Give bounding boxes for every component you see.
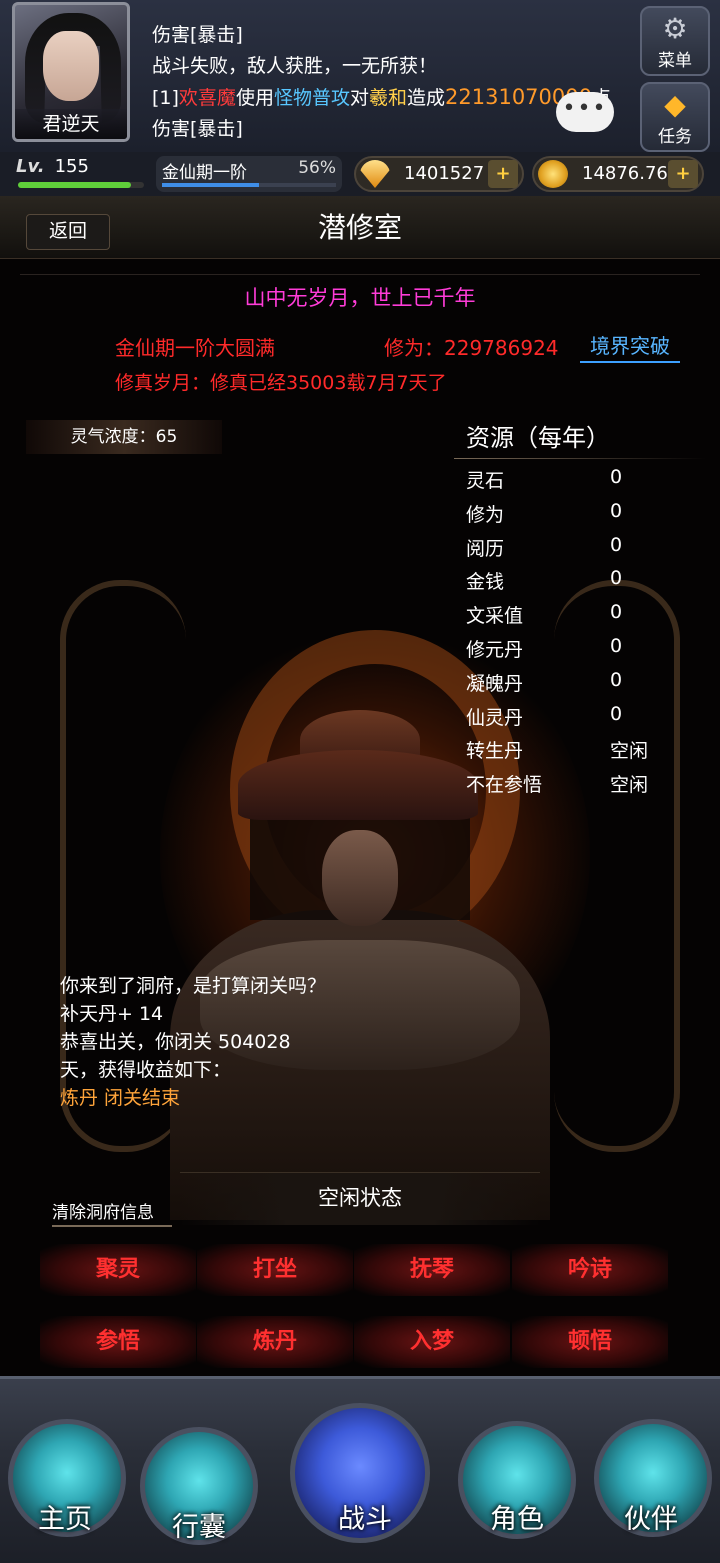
page-title: 潜修室 (317, 211, 402, 244)
chat-line-1: 伤害[暴击] (152, 24, 243, 46)
breakthrough-link[interactable]: 境界突破 (580, 330, 680, 363)
cultivation-value: 修为：229786924 (384, 336, 559, 360)
resource-name: 修元丹 (466, 639, 524, 661)
gem-icon (360, 160, 390, 188)
resource-name: 修为 (466, 503, 505, 526)
add-gems-button[interactable]: + (488, 160, 518, 188)
add-gold-button[interactable]: + (668, 160, 698, 188)
gear-icon: ⚙ (662, 12, 688, 45)
scene-ornament-right (554, 580, 680, 1152)
chat-target: 羲和 (368, 87, 407, 109)
resources-divider (454, 458, 706, 459)
monk-hat-brim (238, 750, 478, 820)
log-line-highlight: 炼丹 闭关结束 (60, 1087, 181, 1109)
realm-percent: 56% (298, 158, 336, 178)
log-line: 天，获得收益如下： (60, 1059, 232, 1081)
resource-name: 文采值 (466, 605, 524, 628)
realm-display: 金仙期一阶 56% (156, 156, 342, 192)
resource-value: 0 (610, 499, 623, 522)
resource-value: 0 (610, 668, 623, 691)
task-button[interactable]: ◆ 任务 (640, 82, 710, 152)
chat-line-3: [1]欢喜魔使用怪物普攻对羲和造成22131070000点 (152, 82, 622, 114)
gem-currency: 1401527 + (354, 156, 524, 192)
action-gather-spirit[interactable]: 聚灵 (40, 1244, 196, 1296)
level-progress-fill (18, 182, 132, 188)
gold-currency: 14876.76 + (532, 156, 704, 192)
action-epiphany[interactable]: 顿悟 (512, 1316, 668, 1368)
chat-skill: 怪物普攻 (273, 87, 350, 109)
log-line: 恭喜出关，你闭关 504028 (60, 1031, 291, 1053)
menu-label: 菜单 (658, 51, 692, 71)
avatar-face (43, 31, 99, 101)
chat-to: 对 (349, 87, 369, 109)
clear-cave-info-button[interactable]: 清除洞府信息 (52, 1198, 172, 1227)
resource-name: 凝魄丹 (466, 672, 524, 695)
action-recite-poem[interactable]: 吟诗 (512, 1244, 668, 1296)
resource-value: 0 (610, 533, 623, 556)
slogan-text: 山中无岁月，世上已千年 (244, 286, 476, 310)
action-play-qin[interactable]: 抚琴 (354, 1244, 510, 1296)
chat-use: 使用 (235, 87, 274, 109)
menu-button[interactable]: ⚙ 菜单 (640, 6, 710, 76)
monk-face (322, 830, 398, 926)
nav-home-label: 主页 (38, 1504, 92, 1535)
chat-cause: 造成 (407, 87, 446, 109)
cultivation-years: 修真岁月：修真已经35003载7月7天了 (115, 372, 447, 394)
gold-value: 14876.76 (582, 163, 668, 184)
spirit-density: 灵气浓度：65 (26, 420, 222, 454)
action-dream[interactable]: 入梦 (354, 1316, 510, 1368)
divider (20, 274, 700, 275)
player-name: 君逆天 (15, 109, 127, 139)
chat-line-4: 伤害[暴击] (152, 118, 243, 140)
action-meditate[interactable]: 打坐 (197, 1244, 353, 1296)
resource-value: 0 (610, 601, 623, 624)
resource-name: 阅历 (466, 537, 505, 560)
task-label: 任务 (658, 127, 692, 147)
bottom-nav: 主页 行囊 战斗 角色 伙伴 (0, 1376, 720, 1563)
nav-bag-label: 行囊 (172, 1512, 226, 1543)
resources-title: 资源（每年） (466, 424, 610, 452)
level-label: Lv. (16, 156, 45, 177)
level-value: 155 (54, 156, 89, 177)
realm-progress-bar (162, 183, 336, 187)
level-display: Lv. 155 (16, 156, 146, 182)
gem-value: 1401527 (404, 163, 485, 184)
nav-battle-label: 战斗 (338, 1504, 392, 1535)
cave-log: 你来到了洞府，是打算闭关吗？ 补天丹+ 14 恭喜出关，你闭关 504028 天… (60, 972, 390, 1112)
status-bar: Lv. 155 金仙期一阶 56% 1401527 + 14876.76 + (0, 152, 720, 196)
chat-bubble-icon[interactable]: ••• (556, 92, 614, 132)
action-comprehend[interactable]: 参悟 (40, 1316, 196, 1368)
resource-value: 0 (610, 635, 623, 657)
chat-attacker: 欢喜魔 (178, 87, 236, 109)
resource-name: 灵石 (466, 470, 505, 492)
chat-prefix: [1] (152, 87, 179, 109)
gold-coin-icon (538, 160, 568, 188)
top-header: 君逆天 伤害[暴击] 战斗失败，敌人获胜，一无所获！ [1]欢喜魔使用怪物普攻对… (0, 0, 720, 154)
realm-full-text: 金仙期一阶大圆满 (115, 336, 275, 360)
resource-name: 不在参悟 (466, 774, 543, 797)
resource-value: 0 (610, 702, 623, 725)
player-avatar[interactable]: 君逆天 (12, 2, 130, 142)
resource-value: 0 (610, 466, 623, 488)
resource-name: 转生丹 (466, 740, 524, 763)
resource-value: 0 (610, 567, 623, 590)
log-line: 补天丹+ 14 (60, 1003, 164, 1025)
idle-status: 空闲状态 (180, 1172, 540, 1225)
chat-log[interactable]: 伤害[暴击] 战斗失败，敌人获胜，一无所获！ [1]欢喜魔使用怪物普攻对羲和造成… (152, 20, 622, 145)
nav-partner-label: 伙伴 (624, 1504, 678, 1535)
title-bar: 返回 潜修室 (0, 196, 720, 259)
level-progress-bar (18, 182, 144, 188)
realm-progress-fill (162, 183, 260, 187)
action-grid: 聚灵 打坐 抚琴 吟诗 参悟 炼丹 入梦 顿悟 (40, 1244, 680, 1374)
resource-value: 空闲 (610, 774, 649, 797)
action-alchemy[interactable]: 炼丹 (197, 1316, 353, 1368)
resource-name: 金钱 (466, 571, 505, 594)
nav-character-label: 角色 (490, 1504, 544, 1535)
resource-name: 仙灵丹 (466, 706, 524, 729)
chat-line-2: 战斗失败，敌人获胜，一无所获！ (152, 55, 438, 77)
task-diamond-icon: ◆ (664, 88, 686, 121)
realm-name: 金仙期一阶 (162, 163, 247, 183)
resource-value: 空闲 (610, 740, 649, 763)
log-line: 你来到了洞府，是打算闭关吗？ (60, 975, 327, 997)
